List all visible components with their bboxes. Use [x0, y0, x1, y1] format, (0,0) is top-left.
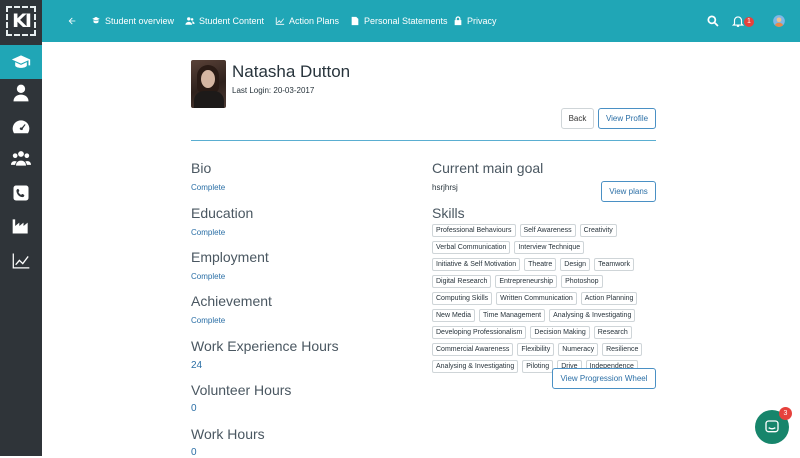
sidebar: KI [0, 0, 42, 456]
view-profile-button[interactable]: View Profile [598, 108, 656, 129]
volunteer-heading: Volunteer Hours [191, 382, 292, 398]
student-icon [92, 16, 100, 24]
current-goal-heading: Current main goal [432, 160, 544, 176]
chart-icon [275, 17, 285, 25]
skill-tag: Analysing & Investigating [432, 360, 519, 373]
work-hours-value: 0 [191, 447, 197, 458]
skills-heading: Skills [432, 205, 465, 221]
student-name: Natasha Dutton [232, 62, 351, 81]
sidebar-item-students[interactable] [0, 45, 42, 79]
skill-tag: Analysing & Investigating [549, 309, 636, 322]
skills-list: Professional Behaviours Self Awareness Cre… [432, 224, 660, 373]
education-status[interactable]: Complete [191, 228, 225, 237]
skill-tag: Verbal Communication [432, 241, 511, 254]
logo[interactable]: KI [0, 0, 42, 42]
bio-heading: Bio [191, 160, 212, 176]
users-icon [185, 17, 195, 25]
view-plans-button[interactable]: View plans [601, 181, 656, 202]
nav-student-overview[interactable]: Student overview [91, 0, 174, 42]
nav-action-plans[interactable]: Action Plans [275, 0, 339, 42]
view-progression-wheel-button[interactable]: View Progression Wheel [552, 368, 656, 389]
nav-label: Personal Statements [364, 16, 448, 26]
nav-label: Action Plans [289, 16, 340, 26]
skill-tag: Initiative & Self Motivation [432, 258, 521, 271]
nav-student-content[interactable]: Student Content [185, 0, 264, 42]
notification-badge: 1 [744, 17, 754, 27]
dashboard-icon [12, 120, 30, 134]
skill-tag: Time Management [479, 309, 546, 322]
last-login: Last Login: 20-03-2017 [232, 86, 315, 95]
graduation-cap-icon [11, 55, 31, 68]
skill-tag: Computing Skills [432, 292, 493, 305]
document-icon [351, 16, 359, 26]
skill-tag: Commercial Awareness [432, 343, 514, 356]
employment-heading: Employment [191, 249, 269, 265]
work-experience-value: 24 [191, 360, 203, 371]
nav-label: Student Content [199, 16, 265, 26]
skill-tag: Photoshop [561, 275, 603, 288]
skill-tag: Teamwork [594, 258, 634, 271]
skill-tag: Theatre [524, 258, 557, 271]
nav-privacy[interactable]: Privacy [453, 0, 497, 42]
search-icon[interactable] [706, 14, 720, 28]
sidebar-item-groups[interactable] [0, 142, 42, 176]
sidebar-item-profile[interactable] [0, 76, 42, 110]
work-hours-heading: Work Hours [191, 426, 265, 442]
phone-icon [13, 185, 29, 201]
top-navbar: Student overview Student Content Action … [42, 0, 800, 42]
users-icon [11, 151, 31, 166]
volunteer-value: 0 [191, 403, 197, 414]
profile-photo [191, 60, 226, 108]
user-avatar-icon[interactable] [772, 14, 786, 28]
skill-tag: Digital Research [432, 275, 492, 288]
chat-badge: 3 [779, 407, 792, 420]
skill-tag: Design [560, 258, 591, 271]
sidebar-item-dashboard[interactable] [0, 110, 42, 144]
skill-tag: Self Awareness [519, 224, 576, 237]
employment-status[interactable]: Complete [191, 272, 225, 281]
user-icon [13, 84, 29, 102]
skill-tag: Written Communication [496, 292, 577, 305]
chat-icon [765, 420, 779, 433]
bio-status[interactable]: Complete [191, 183, 225, 192]
back-button[interactable]: Back [561, 108, 594, 129]
skill-tag: Professional Behaviours [432, 224, 516, 237]
achievement-status[interactable]: Complete [191, 316, 225, 325]
back-arrow-button[interactable] [67, 0, 81, 42]
skill-tag: Decision Making [530, 326, 590, 339]
bell-icon[interactable] [731, 14, 745, 28]
sidebar-item-employers[interactable] [0, 209, 42, 243]
skill-tag: Developing Professionalism [432, 326, 527, 339]
nav-label: Privacy [467, 16, 497, 26]
skill-tag: Entrepreneurship [495, 275, 558, 288]
skill-tag: Interview Technique [514, 241, 585, 254]
sidebar-item-contacts[interactable] [0, 176, 42, 210]
skill-tag: Flexibility [517, 343, 555, 356]
skill-tag: Resilience [602, 343, 643, 356]
skill-tag: Numeracy [558, 343, 599, 356]
nav-label: Student overview [105, 16, 175, 26]
nav-personal-statements[interactable]: Personal Statements [350, 0, 448, 42]
skill-tag: Research [593, 326, 632, 339]
skill-tag: Action Planning [580, 292, 638, 305]
divider [191, 140, 656, 141]
sidebar-item-reports[interactable] [0, 244, 42, 278]
achievement-heading: Achievement [191, 293, 272, 309]
current-goal-text: hsrjhrsj [432, 183, 458, 192]
line-chart-icon [12, 253, 30, 269]
work-experience-heading: Work Experience Hours [191, 338, 339, 354]
arrow-left-icon [68, 17, 76, 25]
skill-tag: New Media [432, 309, 476, 322]
main-content: Natasha Dutton Last Login: 20-03-2017 Ba… [42, 42, 800, 458]
skill-tag: Creativity [579, 224, 617, 237]
logo-text: KI [6, 6, 36, 36]
skill-tag: Piloting [522, 360, 554, 373]
education-heading: Education [191, 205, 254, 221]
lock-icon [454, 16, 462, 26]
factory-icon [12, 219, 28, 234]
